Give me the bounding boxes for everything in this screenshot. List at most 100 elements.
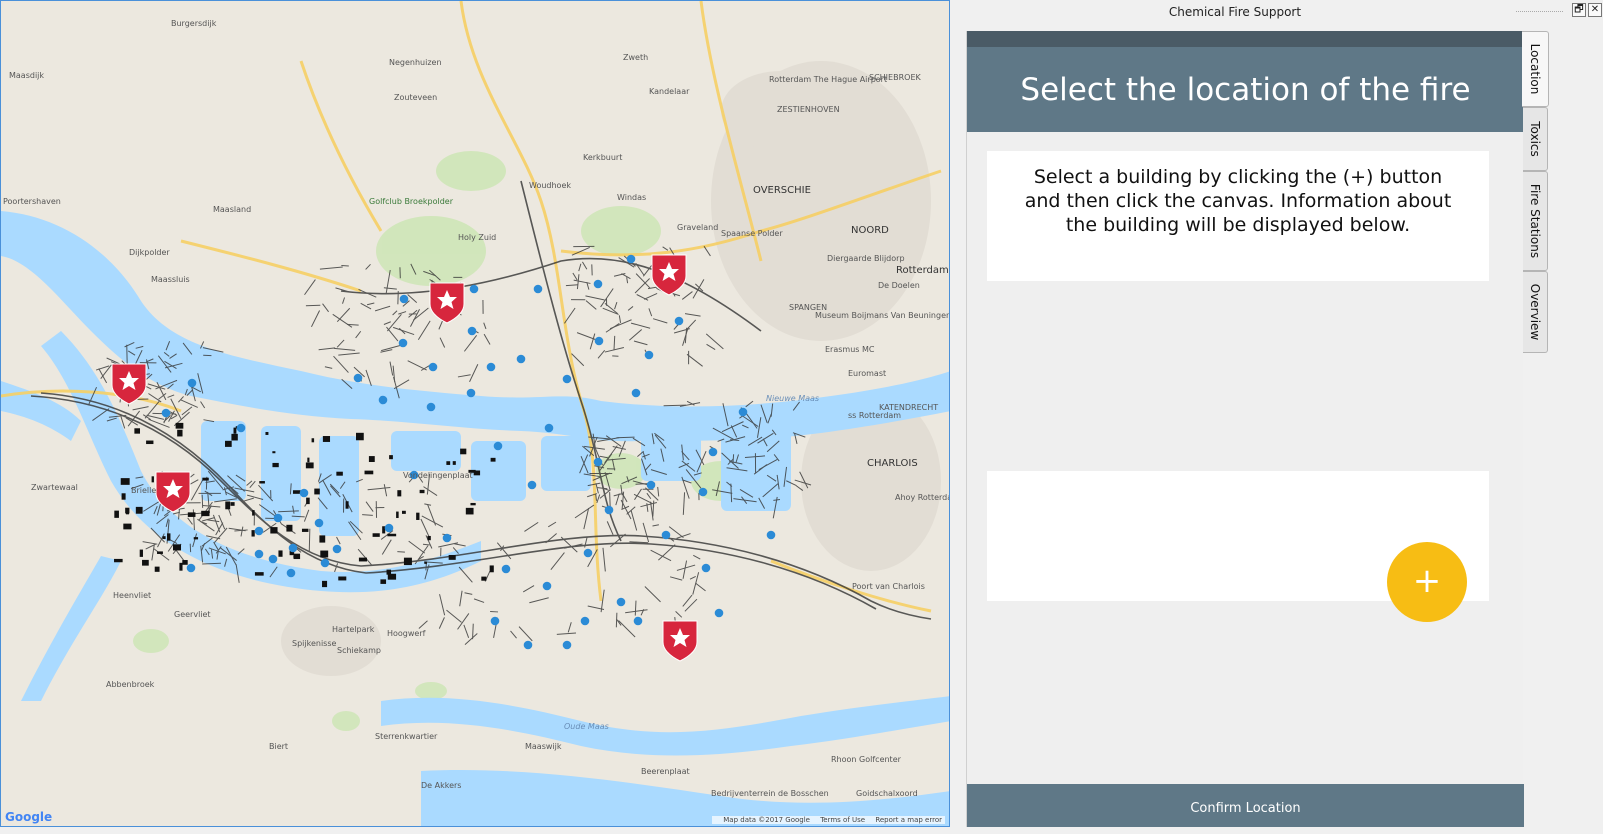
- building-footprint: [176, 423, 184, 429]
- building-footprint: [373, 533, 380, 537]
- map-label: Maaswijk: [525, 742, 562, 751]
- building-marker: [632, 389, 641, 398]
- map-label: Ahoy Rotterdam: [895, 493, 950, 502]
- google-logo: Google: [5, 810, 52, 824]
- building-footprint: [122, 493, 126, 499]
- building-footprint: [382, 526, 385, 533]
- building-footprint: [167, 533, 170, 540]
- building-footprint: [387, 534, 396, 537]
- building-footprint: [359, 558, 367, 562]
- add-building-button[interactable]: +: [1387, 542, 1467, 622]
- terms-link[interactable]: Terms of Use: [820, 816, 865, 824]
- map-label: Abbenbroek: [106, 680, 154, 689]
- building-marker: [645, 351, 654, 360]
- map-label: Heenvliet: [113, 591, 151, 600]
- building-marker: [715, 609, 724, 618]
- map-graphics: [1, 1, 950, 827]
- building-marker: [702, 564, 711, 573]
- building-marker: [563, 375, 572, 384]
- building-marker: [528, 481, 537, 490]
- map-label: Windas: [617, 193, 646, 202]
- tab-toxics[interactable]: Toxics: [1523, 107, 1548, 171]
- building-footprint: [173, 544, 181, 550]
- tab-location[interactable]: Location: [1522, 31, 1549, 107]
- building-footprint: [201, 511, 209, 516]
- building-marker: [255, 550, 264, 559]
- building-footprint: [179, 563, 182, 571]
- map-label: KATENDRECHT: [879, 403, 938, 412]
- building-marker: [675, 317, 684, 326]
- location-panel: Select the location of the fire Select a…: [966, 31, 1523, 827]
- tab-fire-stations[interactable]: Fire Stations: [1523, 171, 1548, 271]
- building-marker: [605, 506, 614, 515]
- building-marker: [517, 355, 526, 364]
- building-footprint: [416, 513, 419, 520]
- building-marker: [321, 559, 330, 568]
- close-button[interactable]: ✕: [1588, 3, 1602, 17]
- map-label: Zwartewaal: [31, 483, 78, 492]
- map-label: Negenhuizen: [389, 58, 442, 67]
- map-label: Geervliet: [174, 610, 211, 619]
- map-label: Spaanse Polder: [721, 229, 783, 238]
- building-marker: [187, 564, 196, 573]
- map-label: ZESTIENHOVEN: [777, 105, 840, 114]
- map-canvas[interactable]: BurgersdijkMaasdijkNegenhuizenZouteveenZ…: [0, 0, 950, 827]
- map-label: Hoogwerf: [387, 629, 425, 638]
- building-marker: [385, 524, 394, 533]
- building-footprint: [202, 478, 208, 481]
- building-footprint: [490, 565, 494, 572]
- building-footprint: [163, 536, 166, 539]
- map-label: Dijkpolder: [129, 248, 170, 257]
- building-marker: [709, 448, 718, 457]
- map-label: Nieuwe Maas: [766, 394, 819, 403]
- building-footprint: [323, 436, 330, 442]
- building-marker: [617, 598, 626, 607]
- building-footprint: [114, 511, 119, 518]
- road-segment: [616, 437, 634, 438]
- building-marker: [594, 458, 603, 467]
- building-footprint: [152, 476, 154, 482]
- map-label: Euromast: [848, 369, 886, 378]
- map-label: Diergaarde Blijdorp: [827, 254, 905, 263]
- road-segment: [362, 515, 373, 516]
- building-footprint: [146, 441, 153, 445]
- building-marker: [379, 396, 388, 405]
- building-footprint: [389, 455, 393, 459]
- float-button[interactable]: 🗗: [1572, 3, 1586, 17]
- building-footprint: [402, 511, 406, 514]
- building-footprint: [155, 567, 160, 572]
- building-marker: [237, 424, 246, 433]
- building-footprint: [491, 458, 496, 462]
- report-error-link[interactable]: Report a map error: [875, 816, 942, 824]
- map-label: ss Rotterdam: [848, 411, 901, 420]
- building-marker: [545, 424, 554, 433]
- map-label: Poort van Charlois: [852, 582, 925, 591]
- building-footprint: [272, 451, 275, 453]
- building-footprint: [320, 551, 328, 558]
- map-label: Golfclub Broekpolder: [369, 197, 453, 206]
- tab-overview[interactable]: Overview: [1523, 271, 1548, 353]
- building-footprint: [114, 559, 123, 562]
- map-label: Maassluis: [151, 275, 190, 284]
- building-marker: [543, 582, 552, 591]
- building-marker: [491, 617, 500, 626]
- building-footprint: [397, 490, 401, 496]
- building-footprint: [136, 507, 143, 514]
- building-marker: [662, 531, 671, 540]
- building-marker: [699, 488, 708, 497]
- building-footprint: [252, 510, 255, 515]
- building-footprint: [255, 572, 264, 575]
- building-footprint: [470, 503, 475, 505]
- confirm-location-button[interactable]: Confirm Location: [967, 784, 1524, 827]
- map-data-credit: Map data ©2017 Google: [723, 816, 810, 824]
- tab-location-label: Location: [1528, 44, 1542, 95]
- building-footprint: [140, 550, 143, 557]
- building-marker: [767, 531, 776, 540]
- page-title: Select the location of the fire: [1020, 72, 1470, 108]
- building-marker: [494, 442, 503, 451]
- road-segment: [309, 529, 310, 552]
- map-attribution: Map data ©2017 Google Terms of Use Repor…: [712, 816, 945, 824]
- map-label: CHARLOIS: [867, 458, 918, 469]
- building-marker: [739, 408, 748, 417]
- tab-toxics-label: Toxics: [1528, 121, 1542, 157]
